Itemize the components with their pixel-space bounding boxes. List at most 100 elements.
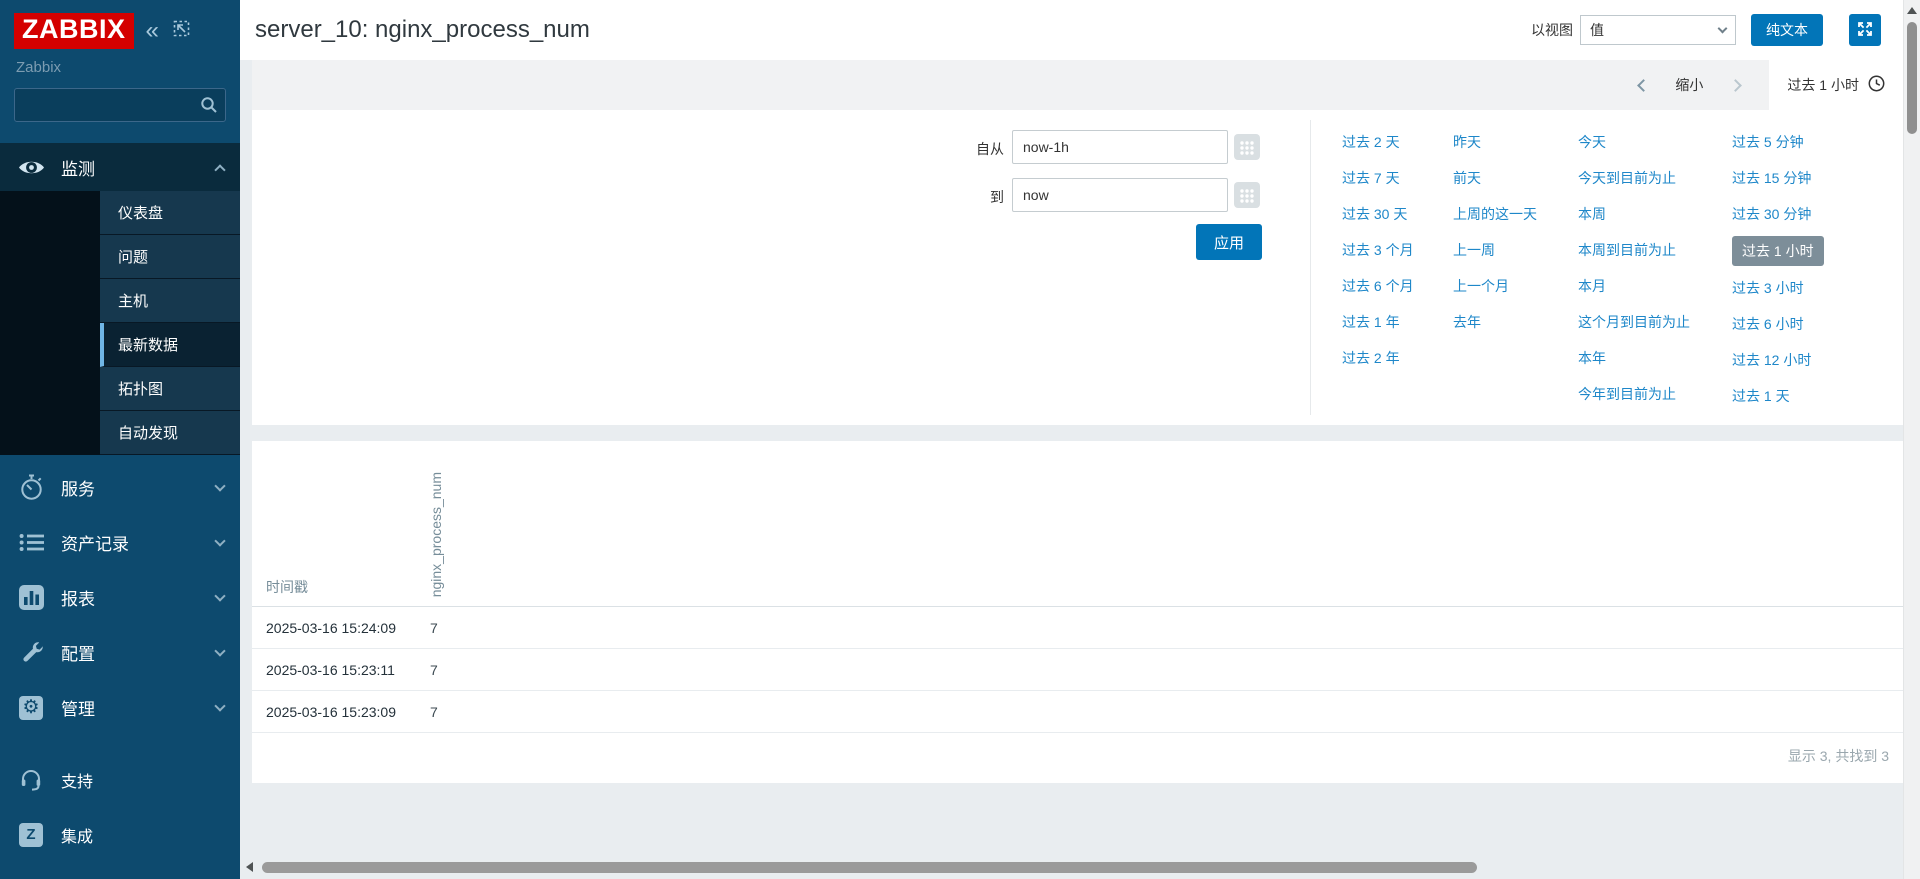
table-row: 2025-03-16 15:23:09 7 bbox=[252, 691, 1903, 733]
quick-range-link[interactable]: 过去 3 小时 bbox=[1732, 270, 1824, 306]
quick-range-link[interactable]: 过去 30 分钟 bbox=[1732, 196, 1824, 232]
chevron-down-icon bbox=[214, 645, 225, 656]
sidebar-item-latest-data[interactable]: 最新数据 bbox=[100, 323, 240, 367]
quick-range-link-selected[interactable]: 过去 1 小时 bbox=[1732, 236, 1824, 266]
sidebar-item-support[interactable]: 支持 bbox=[0, 752, 240, 807]
time-filter: 缩小 过去 1 小时 自从 bbox=[252, 60, 1903, 425]
time-range-tab[interactable]: 过去 1 小时 bbox=[1769, 60, 1903, 110]
quick-range-link[interactable]: 这个月到目前为止 bbox=[1578, 304, 1690, 340]
quick-range-link[interactable]: 过去 6 个月 bbox=[1342, 268, 1414, 304]
stopwatch-icon bbox=[16, 474, 46, 501]
quick-range-link[interactable]: 过去 1 年 bbox=[1342, 304, 1414, 340]
headset-icon bbox=[16, 768, 46, 791]
vertical-scrollbar-thumb[interactable] bbox=[1907, 22, 1917, 134]
quick-range-link[interactable]: 本年 bbox=[1578, 340, 1690, 376]
chevron-down-icon bbox=[214, 700, 225, 711]
quick-range-link[interactable]: 过去 5 分钟 bbox=[1732, 124, 1824, 160]
sidebar-item-discovery[interactable]: 自动发现 bbox=[100, 411, 240, 455]
sidebar-item-dashboard[interactable]: 仪表盘 bbox=[100, 191, 240, 235]
quick-range-link[interactable]: 过去 15 分钟 bbox=[1732, 160, 1824, 196]
quick-range-link[interactable]: 过去 3 个月 bbox=[1342, 232, 1414, 268]
quick-range-column-4: 过去 5 分钟 过去 15 分钟 过去 30 分钟 过去 1 小时 过去 3 小… bbox=[1732, 124, 1824, 414]
column-header-item-name: nginx_process_num bbox=[428, 472, 444, 597]
sidebar-item-hosts[interactable]: 主机 bbox=[100, 279, 240, 323]
zoom-out-button[interactable]: 缩小 bbox=[1663, 75, 1715, 95]
sidebar-item-services[interactable]: 服务 bbox=[0, 460, 240, 515]
z-square-icon: Z bbox=[16, 823, 46, 847]
collapse-sidebar-icon[interactable]: « bbox=[146, 19, 159, 43]
row-count-status: 显示 3, 共找到 3 bbox=[252, 733, 1903, 766]
quick-range-link[interactable]: 前天 bbox=[1453, 160, 1537, 196]
sidebar-item-configuration[interactable]: 配置 bbox=[0, 625, 240, 680]
to-calendar-button[interactable] bbox=[1234, 182, 1260, 208]
zabbix-logo[interactable]: ZABBIX bbox=[14, 13, 134, 49]
quick-range-link[interactable]: 今天到目前为止 bbox=[1578, 160, 1690, 196]
sidebar-item-maps[interactable]: 拓扑图 bbox=[100, 367, 240, 411]
quick-range-link[interactable]: 本周 bbox=[1578, 196, 1690, 232]
value-cell: 7 bbox=[430, 662, 438, 678]
sidebar-item-reports[interactable]: 报表 bbox=[0, 570, 240, 625]
sidebar-item-help[interactable]: ? 帮助 bbox=[0, 862, 240, 879]
quick-range-link[interactable]: 过去 6 小时 bbox=[1732, 306, 1824, 342]
quick-range-link[interactable]: 今年到目前为止 bbox=[1578, 376, 1690, 412]
value-cell: 7 bbox=[430, 704, 438, 720]
quick-range-link[interactable]: 上一个月 bbox=[1453, 268, 1537, 304]
plain-text-button[interactable]: 纯文本 bbox=[1751, 14, 1823, 46]
gear-icon: ⚙ bbox=[16, 696, 46, 720]
view-as-selected-value: 值 bbox=[1590, 20, 1604, 40]
sidebar-item-monitoring[interactable]: 监测 bbox=[0, 143, 240, 191]
timestamp-cell: 2025-03-16 15:23:09 bbox=[252, 704, 430, 720]
horizontal-scrollbar-thumb[interactable] bbox=[262, 862, 1477, 873]
sidebar-item-integrations[interactable]: Z 集成 bbox=[0, 807, 240, 862]
from-calendar-button[interactable] bbox=[1234, 134, 1260, 160]
quick-range-link[interactable]: 去年 bbox=[1453, 304, 1537, 340]
to-input[interactable] bbox=[1012, 178, 1228, 212]
chevron-right-icon bbox=[1729, 79, 1742, 92]
time-shift-forward-button[interactable] bbox=[1715, 60, 1755, 110]
sidebar-search bbox=[14, 88, 226, 122]
fullscreen-button[interactable] bbox=[1849, 14, 1881, 46]
quick-range-link[interactable]: 过去 2 年 bbox=[1342, 340, 1414, 376]
quick-range-link[interactable]: 上周的这一天 bbox=[1453, 196, 1537, 232]
quick-range-link[interactable]: 过去 2 天 bbox=[1342, 124, 1414, 160]
quick-range-link[interactable]: 过去 7 天 bbox=[1342, 160, 1414, 196]
quick-range-link[interactable]: 本周到目前为止 bbox=[1578, 232, 1690, 268]
sidebar-item-inventory[interactable]: 资产记录 bbox=[0, 515, 240, 570]
sidebar: ZABBIX « Zabbix 监 bbox=[0, 0, 240, 879]
horizontal-scrollbar[interactable] bbox=[240, 858, 1903, 876]
search-icon[interactable] bbox=[200, 96, 218, 114]
from-input[interactable] bbox=[1012, 130, 1228, 164]
quick-range-link[interactable]: 过去 1 天 bbox=[1732, 378, 1824, 414]
main-content: server_10: nginx_process_num 以视图 值 纯文本 bbox=[240, 0, 1903, 879]
column-header-timestamp: 时间戳 bbox=[266, 577, 308, 597]
chevron-down-icon bbox=[214, 590, 225, 601]
view-as-select[interactable]: 值 bbox=[1580, 15, 1736, 45]
fullscreen-icon bbox=[1857, 21, 1873, 40]
sidebar-footer-menu: 支持 Z 集成 ? 帮助 bbox=[0, 752, 240, 879]
time-shift-back-button[interactable] bbox=[1623, 60, 1663, 110]
hide-sidebar-icon[interactable] bbox=[173, 20, 190, 42]
quick-range-link[interactable]: 过去 12 小时 bbox=[1732, 342, 1824, 378]
search-input[interactable] bbox=[14, 88, 226, 122]
quick-range-link[interactable]: 今天 bbox=[1578, 124, 1690, 160]
timestamp-cell: 2025-03-16 15:23:11 bbox=[252, 662, 430, 678]
from-label: 自从 bbox=[892, 139, 1004, 159]
scroll-up-arrow-icon[interactable] bbox=[1907, 7, 1917, 14]
quick-range-link[interactable]: 昨天 bbox=[1453, 124, 1537, 160]
quick-range-link[interactable]: 上一周 bbox=[1453, 232, 1537, 268]
quick-range-column-1: 过去 2 天 过去 7 天 过去 30 天 过去 3 个月 过去 6 个月 过去… bbox=[1342, 124, 1414, 376]
vertical-scrollbar[interactable] bbox=[1903, 0, 1920, 879]
title-bar: server_10: nginx_process_num 以视图 值 纯文本 bbox=[240, 0, 1903, 60]
sidebar-item-problems[interactable]: 问题 bbox=[100, 235, 240, 279]
scroll-left-arrow-icon[interactable] bbox=[246, 862, 253, 872]
time-tab-row: 缩小 过去 1 小时 bbox=[252, 60, 1903, 110]
quick-range-link[interactable]: 过去 30 天 bbox=[1342, 196, 1414, 232]
sidebar-item-administration[interactable]: ⚙ 管理 bbox=[0, 680, 240, 735]
table-row: 2025-03-16 15:24:09 7 bbox=[252, 607, 1903, 649]
quick-range-link[interactable]: 本月 bbox=[1578, 268, 1690, 304]
chevron-left-icon bbox=[1637, 79, 1650, 92]
apply-button[interactable]: 应用 bbox=[1196, 224, 1262, 260]
monitoring-submenu: 仪表盘 问题 主机 最新数据 拓扑图 自动发现 bbox=[0, 191, 240, 455]
eye-icon bbox=[16, 158, 46, 177]
timestamp-cell: 2025-03-16 15:24:09 bbox=[252, 620, 430, 636]
